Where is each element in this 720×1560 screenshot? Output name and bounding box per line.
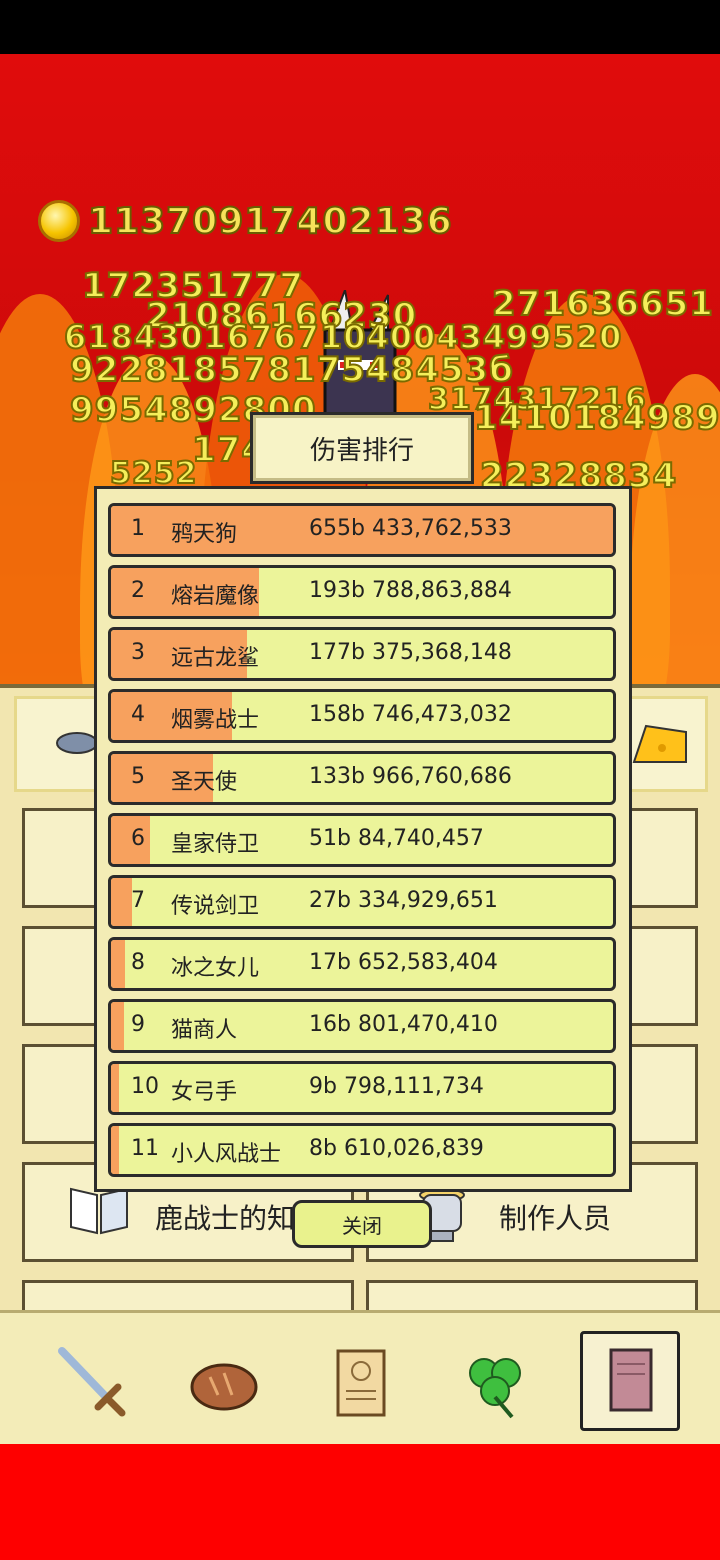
damage-value: 9b 798,111,734 <box>309 1074 484 1099</box>
bottom-nav <box>0 1310 720 1447</box>
hero-name: 鸦天狗 <box>171 522 238 547</box>
damage-value: 193b 788,863,884 <box>309 578 512 603</box>
rank-number: 3 <box>131 640 145 665</box>
ranking-row: 4 烟雾战士 158b 746,473,032 <box>108 689 616 743</box>
damage-value: 177b 375,368,148 <box>309 640 512 665</box>
ranking-row: 11 小人风战士 8b 610,026,839 <box>108 1123 616 1177</box>
rank-number: 4 <box>131 702 145 727</box>
ranking-row: 5 圣天使 133b 966,760,686 <box>108 751 616 805</box>
gold-counter: 11370917402136 <box>38 200 453 243</box>
rank-number: 9 <box>131 1012 145 1037</box>
damage-value: 158b 746,473,032 <box>309 702 512 727</box>
hero-name: 皇家侍卫 <box>171 832 260 857</box>
ranking-title: 伤害排行 <box>250 412 474 484</box>
nav-book[interactable] <box>580 1331 680 1431</box>
rank-number: 5 <box>131 764 145 789</box>
damage-value: 16b 801,470,410 <box>309 1012 498 1037</box>
hero-name: 远古龙鲨 <box>171 646 260 671</box>
status-bar <box>0 0 720 54</box>
nav-scroll[interactable] <box>316 1337 406 1427</box>
ranking-row: 3 远古龙鲨 177b 375,368,148 <box>108 627 616 681</box>
damage-share-bar <box>111 1002 124 1050</box>
damage-share-bar <box>111 1064 119 1112</box>
damage-number: 1410184989 <box>473 397 720 439</box>
clover-icon <box>469 1358 521 1419</box>
bottom-bar <box>0 1444 720 1560</box>
hero-name: 猫商人 <box>171 1018 238 1043</box>
damage-value: 8b 610,026,839 <box>309 1136 484 1161</box>
ranking-row: 6 皇家侍卫 51b 84,740,457 <box>108 813 616 867</box>
hero-name: 圣天使 <box>171 770 238 795</box>
rank-number: 10 <box>131 1074 159 1099</box>
ranking-row: 8 冰之女儿 17b 652,583,404 <box>108 937 616 991</box>
rank-number: 2 <box>131 578 145 603</box>
scroll-icon <box>336 1349 386 1417</box>
gold-coin-icon <box>38 200 80 242</box>
bread-icon <box>190 1363 258 1411</box>
rank-number: 7 <box>131 888 145 913</box>
rank-number: 8 <box>131 950 145 975</box>
ranking-row: 2 熔岩魔像 193b 788,863,884 <box>108 565 616 619</box>
damage-value: 51b 84,740,457 <box>309 826 484 851</box>
hero-name: 烟雾战士 <box>171 708 260 733</box>
rank-number: 6 <box>131 826 145 851</box>
nav-bread[interactable] <box>180 1337 270 1427</box>
damage-value: 133b 966,760,686 <box>309 764 512 789</box>
nav-sword[interactable] <box>46 1337 136 1427</box>
close-button[interactable]: 关闭 <box>292 1200 432 1248</box>
ranking-row: 7 传说剑卫 27b 334,929,651 <box>108 875 616 929</box>
damage-share-bar <box>111 1126 119 1174</box>
book-icon <box>609 1348 653 1412</box>
ranking-row: 9 猫商人 16b 801,470,410 <box>108 999 616 1053</box>
book-open-icon <box>70 1187 128 1235</box>
ranking-row: 10 女弓手 9b 798,111,734 <box>108 1061 616 1115</box>
ranking-row: 1 鸦天狗 655b 433,762,533 <box>108 503 616 557</box>
damage-value: 27b 334,929,651 <box>309 888 498 913</box>
nav-clover[interactable] <box>450 1337 540 1427</box>
hero-name: 传说剑卫 <box>171 894 260 919</box>
hero-name: 冰之女儿 <box>171 956 260 981</box>
gold-amount: 11370917402136 <box>87 200 453 243</box>
damage-share-bar <box>111 940 125 988</box>
rank-number: 11 <box>131 1136 159 1161</box>
hero-name: 小人风战士 <box>171 1142 282 1167</box>
damage-value: 655b 433,762,533 <box>309 516 512 541</box>
rank-number: 1 <box>131 516 145 541</box>
sword-icon <box>58 1347 126 1417</box>
damage-share-bar <box>111 878 133 926</box>
hero-name: 女弓手 <box>171 1080 238 1105</box>
cheese-icon <box>632 724 687 763</box>
credits-label: 制作人员 <box>499 1202 612 1235</box>
hero-name: 熔岩魔像 <box>171 584 260 609</box>
damage-value: 17b 652,583,404 <box>309 950 498 975</box>
